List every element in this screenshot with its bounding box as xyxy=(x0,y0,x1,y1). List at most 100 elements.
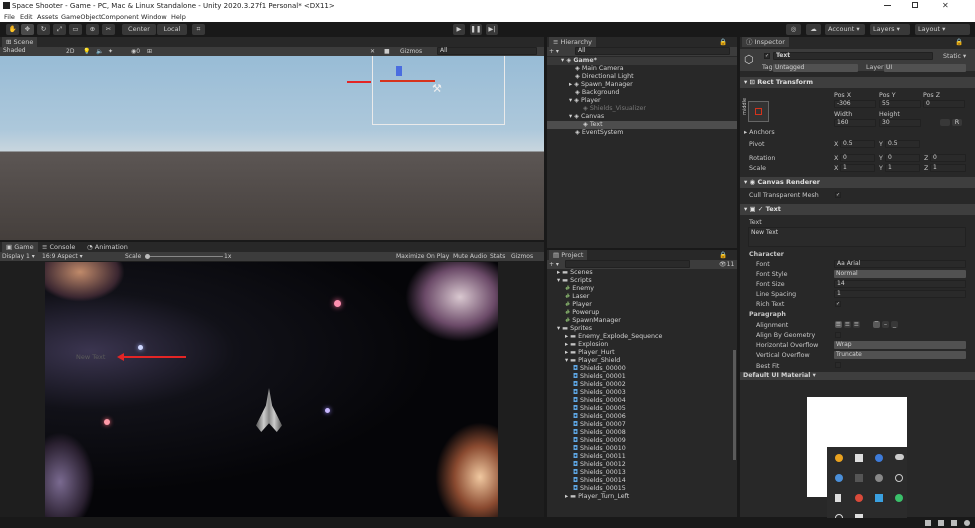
audio-icon[interactable]: 🔈 xyxy=(96,47,103,56)
tab-game[interactable]: ▣ Game xyxy=(2,242,38,252)
h-overflow-dropdown[interactable]: Wrap xyxy=(834,341,966,349)
tray-dark-icon[interactable] xyxy=(855,474,863,482)
hierarchy-item-scene[interactable]: ▾ ◈ Game* xyxy=(547,57,737,65)
align-center-icon[interactable]: ≡ xyxy=(844,321,851,328)
tray-app-icon[interactable] xyxy=(855,454,863,462)
pause-button[interactable]: ❚❚ xyxy=(470,24,482,35)
lighting-icon[interactable]: 💡 xyxy=(83,47,90,56)
project-folder[interactable]: ▸ ▬ Scenes xyxy=(547,269,733,277)
pos-y-input[interactable]: 55 xyxy=(879,100,921,108)
pivot-local-button[interactable]: Local xyxy=(157,24,187,35)
menu-window[interactable]: Window xyxy=(141,12,167,22)
align-top-icon[interactable]: ‾ xyxy=(873,321,880,328)
pos-x-input[interactable]: -306 xyxy=(834,100,876,108)
tools-icon[interactable]: ✕ xyxy=(370,47,375,56)
tray-steam-icon[interactable] xyxy=(835,474,843,482)
project-folder[interactable]: ▸ ▬ Explosion xyxy=(547,341,733,349)
maximize-icon[interactable] xyxy=(912,2,918,8)
tab-project[interactable]: ▤ Project xyxy=(549,250,588,260)
project-sprite[interactable]: ◘ Shields_00011 xyxy=(547,453,733,461)
move-gizmo-y-icon[interactable] xyxy=(396,66,402,76)
project-script[interactable]: # SpawnManager xyxy=(547,317,733,325)
align-geometry-checkbox[interactable] xyxy=(835,332,841,338)
project-sprite[interactable]: ◘ Shields_00015 xyxy=(547,485,733,493)
hierarchy-item-canvas[interactable]: ▾ ◈ Canvas xyxy=(547,113,737,121)
tray-chrome-icon[interactable] xyxy=(835,454,843,462)
project-folder[interactable]: ▾ ▬ Scripts xyxy=(547,277,733,285)
tag-dropdown[interactable]: Untagged xyxy=(773,64,858,72)
tray-blue-icon[interactable] xyxy=(875,494,883,502)
move-gizmo-x-arrow[interactable] xyxy=(380,80,435,82)
project-lock-icon[interactable]: 🔒 xyxy=(719,250,727,260)
project-sprite[interactable]: ◘ Shields_00004 xyxy=(547,397,733,405)
scale-x-input[interactable]: 1 xyxy=(840,164,875,172)
grid-icon[interactable]: ⊞ xyxy=(147,47,152,56)
line-spacing-input[interactable]: 1 xyxy=(834,290,966,298)
cull-transparent-checkbox[interactable]: ✓ xyxy=(835,192,841,198)
project-sprite[interactable]: ◘ Shields_00009 xyxy=(547,437,733,445)
menu-gameobject[interactable]: GameObject xyxy=(61,12,102,22)
pivot-y-input[interactable]: 0.5 xyxy=(885,140,920,148)
tab-scene[interactable]: ⊞ Scene xyxy=(2,37,38,47)
hierarchy-item-main-camera[interactable]: ◈ Main Camera xyxy=(547,65,737,73)
pivot-center-button[interactable]: Center xyxy=(122,24,156,35)
hierarchy-item-spawn-manager[interactable]: ▸ ◈ Spawn_Manager xyxy=(547,81,737,89)
maximize-on-play-toggle[interactable]: Maximize On Play xyxy=(396,252,449,261)
blueprint-mode-button[interactable] xyxy=(940,119,950,126)
project-script[interactable]: # Enemy xyxy=(547,285,733,293)
mute-audio-toggle[interactable]: Mute Audio xyxy=(453,252,487,261)
canvas-renderer-header[interactable]: ▾ ◉ Canvas Renderer xyxy=(740,177,975,188)
rot-z-input[interactable]: 0 xyxy=(930,154,966,162)
scene-viewport[interactable]: ⚒ xyxy=(0,56,544,240)
hand-tool-button[interactable]: ✋ xyxy=(6,24,19,35)
scene-gizmos-dropdown[interactable]: Gizmos xyxy=(400,47,422,56)
tab-inspector[interactable]: ⓘ Inspector xyxy=(742,37,789,47)
shading-dropdown[interactable]: Shaded xyxy=(1,47,59,55)
hierarchy-search-input[interactable]: All xyxy=(575,47,730,55)
custom-tool-button[interactable]: ✂ xyxy=(102,24,115,35)
scale-slider[interactable] xyxy=(145,256,223,257)
anchors-foldout[interactable]: ▸ Anchors xyxy=(744,129,775,136)
project-create-icon[interactable]: + ▾ xyxy=(549,260,559,269)
project-sprite[interactable]: ◘ Shields_00006 xyxy=(547,413,733,421)
play-button[interactable]: ▶ xyxy=(453,24,465,35)
project-script[interactable]: # Laser xyxy=(547,293,733,301)
material-header[interactable]: Default UI Material ▾ xyxy=(740,372,975,380)
menu-assets[interactable]: Assets xyxy=(37,12,58,22)
pos-z-input[interactable]: 0 xyxy=(923,100,965,108)
raw-edit-button[interactable]: R xyxy=(952,119,962,126)
camera-icon[interactable]: ■ xyxy=(384,47,390,56)
close-icon[interactable]: ✕ xyxy=(942,0,949,12)
move-tool-button[interactable]: ✥ xyxy=(21,24,34,35)
lock-icon[interactable]: 🔒 xyxy=(719,37,727,47)
effects-icon[interactable]: ✦ xyxy=(108,47,113,56)
status-icon-3[interactable] xyxy=(951,520,957,526)
font-size-input[interactable]: 14 xyxy=(834,280,966,288)
game-gizmos-dropdown[interactable]: Gizmos xyxy=(511,252,533,261)
scene-search-input[interactable]: All xyxy=(437,47,537,55)
pivot-x-input[interactable]: 0.5 xyxy=(840,140,875,148)
project-sprite[interactable]: ◘ Shields_00012 xyxy=(547,461,733,469)
scale-slider-thumb[interactable] xyxy=(145,254,150,259)
rect-transform-header[interactable]: ▾ ⊡ Rect Transform xyxy=(740,77,975,88)
project-folder[interactable]: ▾ ▬ Sprites xyxy=(547,325,733,333)
project-sprite[interactable]: ◘ Shields_00001 xyxy=(547,373,733,381)
project-sprite[interactable]: ◘ Shields_00010 xyxy=(547,445,733,453)
aspect-dropdown[interactable]: 16:9 Aspect ▾ xyxy=(42,252,83,261)
hierarchy-item-directional-light[interactable]: ◈ Directional Light xyxy=(547,73,737,81)
project-sprite[interactable]: ◘ Shields_00013 xyxy=(547,469,733,477)
width-input[interactable]: 160 xyxy=(834,119,876,127)
tray-colorful-icon[interactable] xyxy=(875,454,883,462)
layer-dropdown[interactable]: UI xyxy=(884,64,966,72)
rot-x-input[interactable]: 0 xyxy=(840,154,875,162)
text-component-header[interactable]: ▾ ▣ ✓ Text xyxy=(740,204,975,215)
tab-console[interactable]: ≡ Console xyxy=(38,242,79,252)
tray-green-icon[interactable] xyxy=(895,494,903,502)
tab-animation[interactable]: ◔ Animation xyxy=(83,242,132,252)
game-viewport[interactable]: New Text xyxy=(45,262,498,517)
menu-component[interactable]: Component xyxy=(101,12,139,22)
project-folder[interactable]: ▸ ▬ Enemy_Explode_Sequence xyxy=(547,333,733,341)
tab-hierarchy[interactable]: ≡ Hierarchy xyxy=(549,37,596,47)
cloud-icon[interactable]: ☁ xyxy=(806,24,821,35)
minimize-icon[interactable] xyxy=(884,5,891,6)
